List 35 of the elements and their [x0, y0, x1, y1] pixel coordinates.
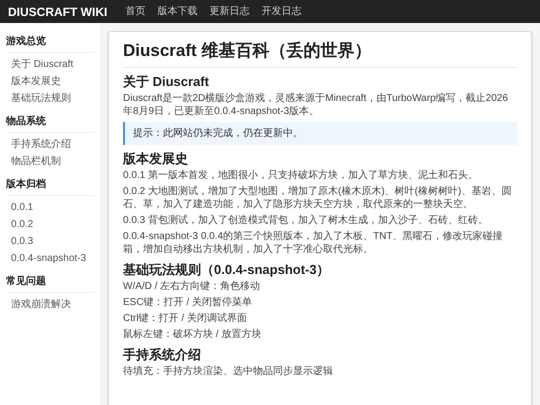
sidebar-heading: 常见问题 [6, 274, 94, 293]
sidebar-link[interactable]: 物品栏机制 [6, 153, 94, 170]
sidebar-link[interactable]: 游戏崩溃解决 [6, 296, 94, 313]
sidebar-link[interactable]: 0.0.1 [6, 199, 94, 216]
sidebar-link[interactable]: 0.0.4-snapshot-3 [6, 250, 94, 267]
paragraph: W/A/D / 左右方向键：角色移动 [123, 280, 262, 293]
paragraph: 0.0.1 第一版本首发，地图很小，只支持破坏方块，加入了草方块、泥土和石头。 [123, 169, 480, 182]
section-heading: 手持系统介绍 [123, 346, 202, 363]
paragraph: 0.0.3 背包测试，加入了创造模式背包，加入了树木生成，加入沙子、石砖、红砖。 [123, 214, 490, 227]
sidebar-link[interactable]: 版本发展史 [6, 73, 94, 90]
sidebar-link[interactable]: 关于 Diuscraft [6, 56, 94, 73]
nav-link[interactable]: 首页 [125, 4, 146, 19]
paragraph: 0.0.4-snapshot-3 0.0.4的第三个快照版本，加入了木板、TNT、黑曜石，修改玩家碰撞箱，增加自动移出方块机制，加入了十字准心取代光标。 [123, 230, 504, 256]
nav-link[interactable]: 更新日志 [209, 4, 250, 19]
section-heading: 版本发展史 [123, 150, 189, 167]
paragraph: 0.0.2 大地图测试，增加了大型地图，增加了原木(橡木原木)、树叶(橡树树叶)、基岩、圆石、草，加入了建造功能，加入了隐形方块天空方块，取代原来的一整块天空。 [123, 185, 512, 211]
paragraph: 待填充：手持方块渲染、选中物品同步显示逻辑 [123, 365, 334, 378]
notice-box: 提示：此网站仍未完成，仍在更新中。 [123, 122, 517, 145]
sidebar-link[interactable]: 手持系统介绍 [6, 136, 94, 153]
paragraph: Ctrl键：打开 / 关闭调试界面 [123, 312, 248, 325]
nav-link[interactable]: 版本下载 [157, 4, 198, 19]
sidebar-heading: 物品系统 [6, 114, 94, 133]
section-heading: 关于 Diuscraft [123, 73, 210, 90]
section-heading: 基础玩法规则（0.0.4-snapshot-3） [123, 261, 331, 278]
nav-link[interactable]: 开发日志 [261, 4, 302, 19]
paragraph: Diuscraft是一款2D横版沙盒游戏，灵感来源于Minecraft，由TurboWarp编写，截止2026年8月9日，已更新至0.0.4-snapshot-3版本。 [123, 92, 509, 118]
sidebar-heading: 版本归档 [6, 177, 94, 196]
article-title: Diuscraft 维基百科（丢的世界） [123, 40, 517, 68]
paragraph: ESC键：打开 / 关闭暂停菜单 [123, 296, 253, 309]
sidebar-heading: 游戏总览 [6, 34, 94, 53]
sidebar-link[interactable]: 0.0.3 [6, 233, 94, 250]
paragraph: 鼠标左键：破坏方块 / 放置方块 [123, 328, 262, 341]
sidebar-link[interactable]: 0.0.2 [6, 216, 94, 233]
site-title[interactable]: DIUSCRAFT WIKI [8, 2, 108, 20]
sidebar-link[interactable]: 基础玩法规则 [6, 90, 94, 107]
